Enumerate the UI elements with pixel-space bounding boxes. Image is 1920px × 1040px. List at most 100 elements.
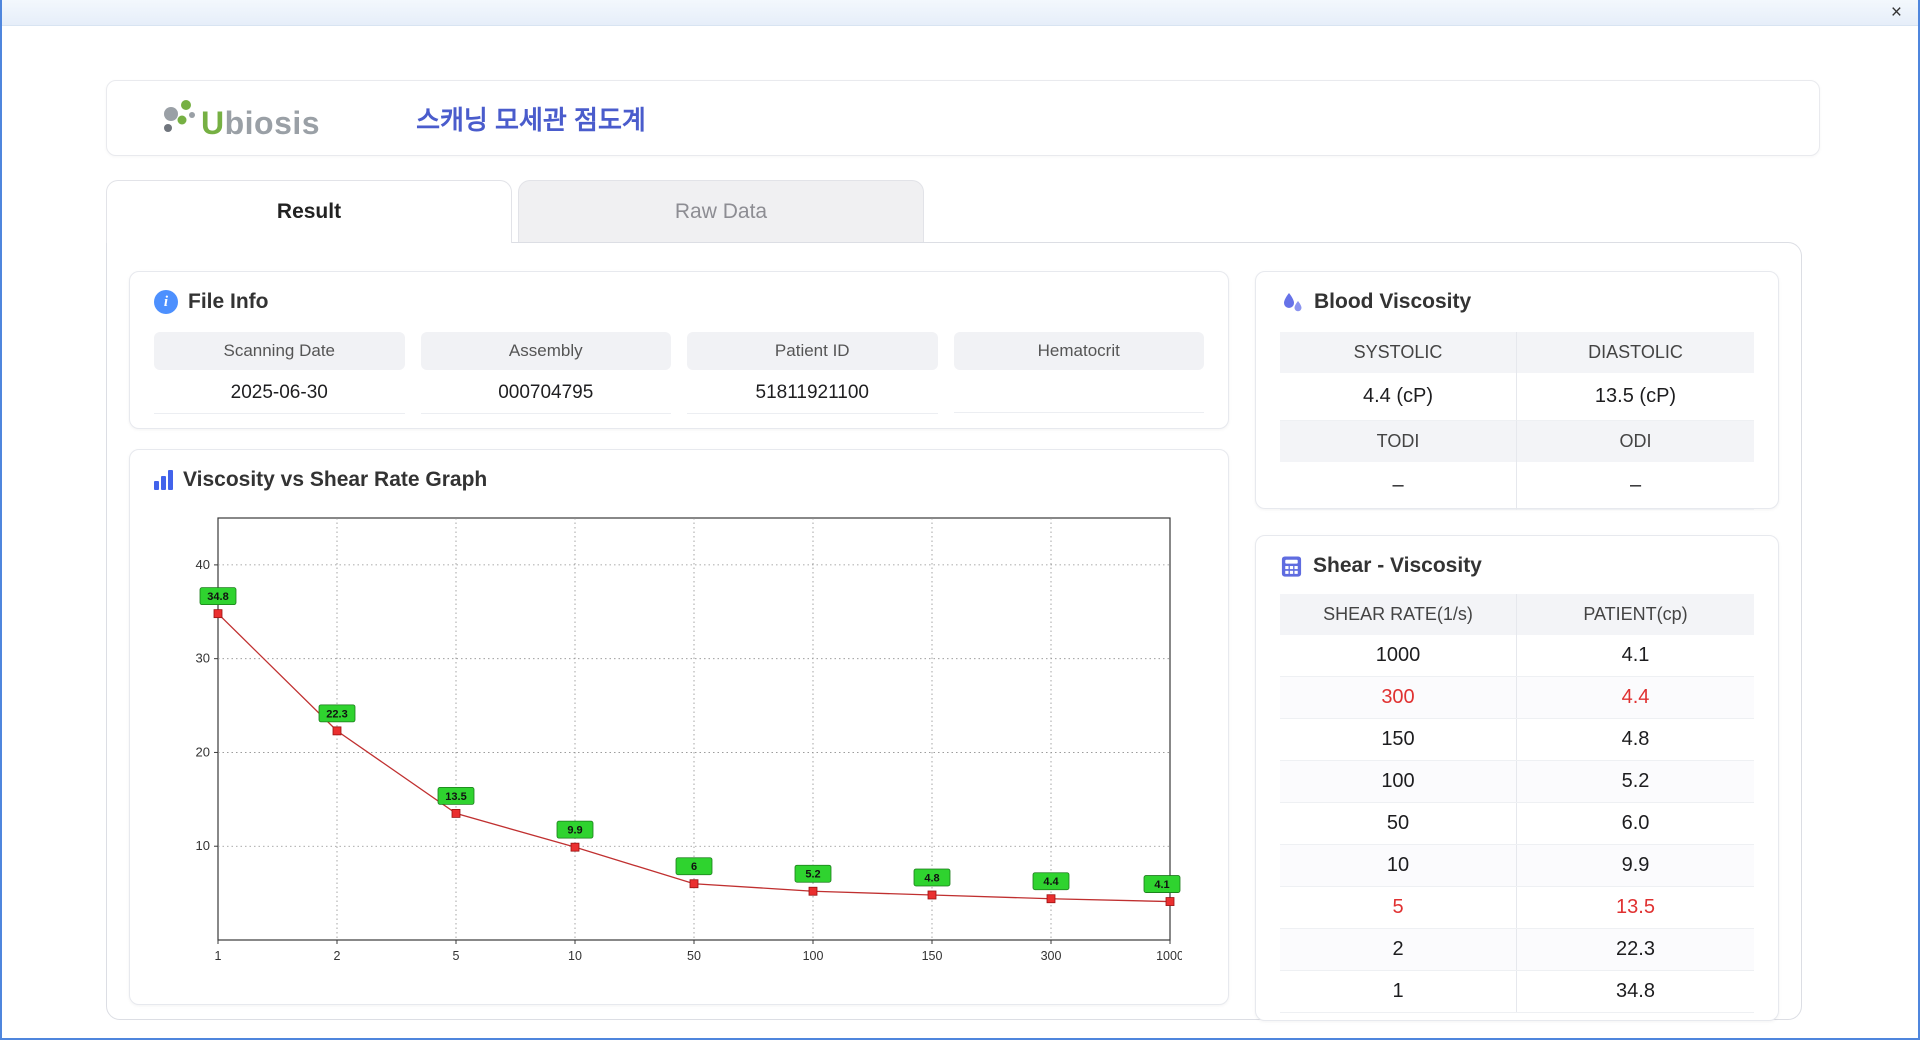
patient-viscosity-cell: 6.0 [1621, 812, 1650, 834]
ubiosis-logo: Ubiosis [159, 97, 320, 139]
blood-viscosity-title: Blood Viscosity [1314, 290, 1472, 313]
blood-viscosity-card: Blood Viscosity SYSTOLIC DIASTOLIC 4.4 (… [1255, 271, 1779, 510]
svg-text:1000: 1000 [1156, 949, 1182, 963]
table-row: 10 9.9 [1280, 845, 1754, 887]
info-icon: i [154, 290, 178, 314]
field-value: 000704795 [420, 370, 671, 414]
field-hematocrit: Hematocrit [953, 332, 1204, 414]
field-label: Patient ID [687, 332, 938, 370]
svg-text:50: 50 [687, 949, 701, 963]
table-row: 5 13.5 [1280, 887, 1754, 929]
shear-viscosity-card: Shear - Viscosity SHEAR RATE(1/s) PATIEN… [1255, 535, 1779, 1021]
table-row: 1000 4.1 [1280, 635, 1754, 677]
shear-rate-column-header: SHEAR RATE(1/s) [1280, 594, 1517, 635]
diastolic-value: 13.5 (cP) [1517, 373, 1754, 421]
svg-text:22.3: 22.3 [326, 708, 347, 720]
shear-viscosity-title-row: Shear - Viscosity [1280, 554, 1754, 578]
patient-viscosity-cell: 34.8 [1616, 980, 1655, 1002]
graph-title-row: Viscosity vs Shear Rate Graph [154, 468, 1204, 492]
svg-text:34.8: 34.8 [207, 591, 228, 603]
logo-leaf-icon [164, 100, 195, 132]
field-label: Assembly [420, 332, 671, 370]
todi-value: – [1280, 462, 1517, 510]
svg-text:4.1: 4.1 [1154, 879, 1169, 891]
page-title: 스캐닝 모세관 점도계 [416, 104, 646, 135]
left-column: i File Info Scanning Date 2025-06-30 Ass… [129, 271, 1229, 1009]
field-scanning-date: Scanning Date 2025-06-30 [154, 332, 405, 414]
file-info-title: File Info [188, 290, 269, 313]
file-info-title-row: i File Info [154, 290, 1204, 314]
svg-text:20: 20 [196, 744, 210, 759]
header-card: Ubiosis 스캐닝 모세관 점도계 [106, 80, 1820, 156]
right-column: Blood Viscosity SYSTOLIC DIASTOLIC 4.4 (… [1255, 271, 1779, 1021]
calculator-grid-icon [1281, 555, 1302, 577]
viscosity-shear-chart: 10 20 30 40 1 2 5 10 50 100 150 300 1000 34.8 22.3 13.5… [154, 504, 1204, 979]
tab-raw-data[interactable]: Raw Data [518, 180, 924, 242]
table-header-row: SHEAR RATE(1/s) PATIENT(cp) [1280, 594, 1754, 635]
svg-text:10: 10 [196, 838, 210, 853]
svg-text:4.8: 4.8 [924, 872, 939, 884]
odi-label: ODI [1517, 421, 1754, 462]
svg-text:300: 300 [1041, 949, 1062, 963]
table-row: 50 6.0 [1280, 803, 1754, 845]
patient-viscosity-cell: 4.1 [1621, 644, 1650, 666]
shear-rate-cell: 150 [1280, 719, 1517, 760]
shear-rate-cell: 5 [1280, 887, 1517, 928]
patient-viscosity-cell: 22.3 [1616, 938, 1655, 960]
file-info-fields: Scanning Date 2025-06-30 Assembly 000704… [154, 332, 1204, 414]
field-assembly: Assembly 000704795 [420, 332, 671, 414]
table-row: 2 22.3 [1280, 929, 1754, 971]
systolic-value: 4.4 (cP) [1280, 373, 1517, 421]
svg-text:40: 40 [196, 557, 210, 572]
field-value [953, 370, 1204, 413]
shear-rate-cell: 1000 [1280, 635, 1517, 676]
table-row: 150 4.8 [1280, 719, 1754, 761]
patient-viscosity-cell: 4.4 [1621, 686, 1650, 708]
blood-viscosity-table: SYSTOLIC DIASTOLIC 4.4 (cP) 13.5 (cP) TO… [1280, 332, 1754, 510]
table-row: 1 34.8 [1280, 971, 1754, 1013]
field-value: 2025-06-30 [154, 370, 405, 414]
svg-text:100: 100 [803, 949, 824, 963]
window-titlebar: × [2, 0, 1918, 26]
svg-text:13.5: 13.5 [445, 791, 466, 803]
svg-text:5: 5 [453, 949, 460, 963]
table-body: 1000 4.1 300 4.4 150 4.8 100 5.2 50 6.0 10 9.9 5 13.5… [1280, 635, 1754, 1013]
graph-title: Viscosity vs Shear Rate Graph [183, 468, 488, 491]
svg-text:6: 6 [691, 861, 697, 873]
app-window: × Ubiosis 스캐닝 모세관 점도계 Result Raw Data i [0, 0, 1920, 1040]
systolic-label: SYSTOLIC [1280, 332, 1517, 373]
blood-viscosity-title-row: Blood Viscosity [1280, 290, 1754, 314]
svg-text:9.9: 9.9 [567, 825, 582, 837]
field-value: 51811921100 [687, 370, 938, 414]
shear-rate-cell: 2 [1280, 929, 1517, 970]
svg-text:2: 2 [334, 949, 341, 963]
shear-rate-cell: 10 [1280, 845, 1517, 886]
field-label: Hematocrit [953, 332, 1204, 370]
content-panel: i File Info Scanning Date 2025-06-30 Ass… [106, 242, 1802, 1021]
diastolic-label: DIASTOLIC [1517, 332, 1754, 373]
table-row: – – [1280, 462, 1754, 510]
svg-text:10: 10 [568, 949, 582, 963]
field-label: Scanning Date [154, 332, 405, 370]
svg-text:150: 150 [922, 949, 943, 963]
tab-result[interactable]: Result [106, 180, 512, 243]
shear-rate-cell: 1 [1280, 971, 1517, 1012]
shear-viscosity-table: SHEAR RATE(1/s) PATIENT(cp) 1000 4.1 300 4.… [1280, 594, 1754, 1013]
bar-chart-icon [154, 470, 173, 490]
close-icon[interactable]: × [1891, 3, 1902, 22]
shear-viscosity-title: Shear - Viscosity [1313, 554, 1482, 577]
table-row: 100 5.2 [1280, 761, 1754, 803]
table-row: 300 4.4 [1280, 677, 1754, 719]
table-row: 4.4 (cP) 13.5 (cP) [1280, 373, 1754, 421]
patient-viscosity-cell: 13.5 [1616, 896, 1655, 918]
table-row: SYSTOLIC DIASTOLIC [1280, 332, 1754, 373]
graph-card: Viscosity vs Shear Rate Graph 10 20 30 40 1 2… [129, 449, 1229, 1005]
field-patient-id: Patient ID 51811921100 [687, 332, 938, 414]
blood-drop-icon [1284, 293, 1302, 312]
tab-bar: Result Raw Data [106, 180, 1918, 243]
shear-rate-cell: 300 [1280, 677, 1517, 718]
svg-text:5.2: 5.2 [805, 869, 820, 881]
svg-text:1: 1 [215, 949, 222, 963]
patient-viscosity-cell: 5.2 [1621, 770, 1650, 792]
todi-label: TODI [1280, 421, 1517, 462]
